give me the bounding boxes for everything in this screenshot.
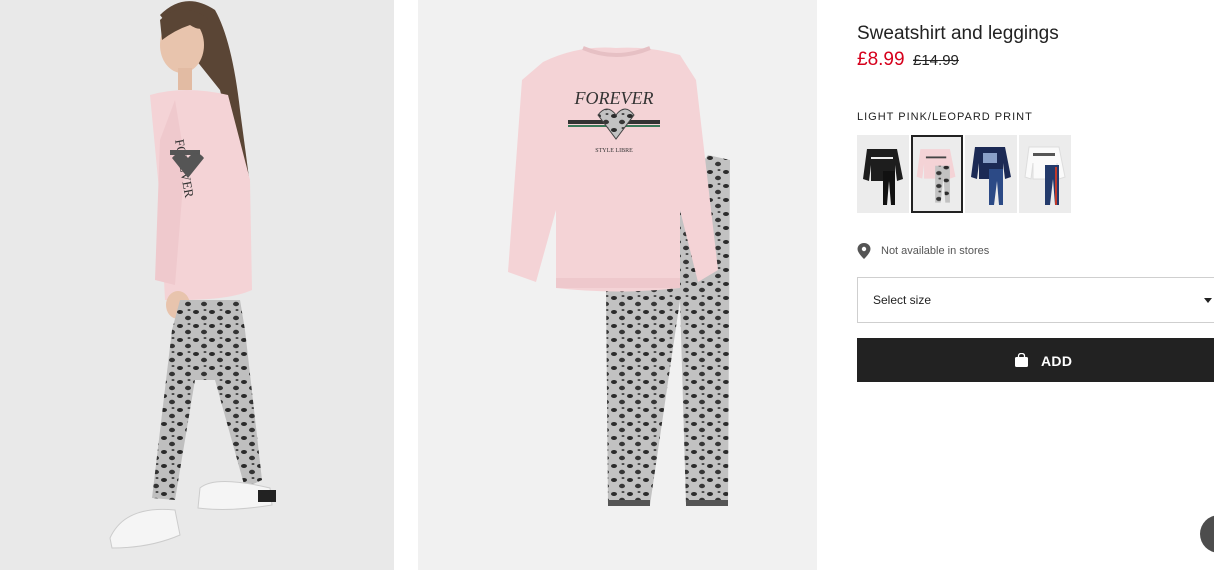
location-pin-icon <box>857 243 871 259</box>
chat-button[interactable] <box>1200 515 1214 553</box>
swatch-light-pink-leopard[interactable] <box>911 135 963 213</box>
chevron-down-icon <box>1204 298 1212 303</box>
shopping-bag-icon <box>1015 353 1028 367</box>
product-flatlay-photo[interactable]: FOREVER STYLE LIBRE <box>418 0 817 570</box>
product-title: Sweatshirt and leggings <box>857 23 1059 44</box>
availability-text: Not available in stores <box>881 245 990 257</box>
store-availability: Not available in stores <box>857 243 989 259</box>
sweatshirt-print-text: FOREVER <box>574 88 654 108</box>
swatch-navy[interactable] <box>965 135 1017 213</box>
colour-swatches <box>857 135 1071 213</box>
add-button-label: ADD <box>1041 353 1073 369</box>
swatch-black[interactable] <box>857 135 909 213</box>
original-price: £14.99 <box>913 52 959 69</box>
size-select-label: Select size <box>873 293 932 307</box>
swatch-white[interactable] <box>1019 135 1071 213</box>
sale-price: £8.99 <box>857 49 905 70</box>
model-photo[interactable]: FOREVER <box>0 0 394 570</box>
price-row: £8.99 £14.99 <box>857 49 959 71</box>
add-to-bag-button[interactable]: ADD <box>857 338 1214 382</box>
selected-colour-label: LIGHT PINK/LEOPARD PRINT <box>857 111 1033 123</box>
sweatshirt-subprint-text: STYLE LIBRE <box>595 148 633 154</box>
size-select[interactable]: Select size <box>857 277 1214 323</box>
